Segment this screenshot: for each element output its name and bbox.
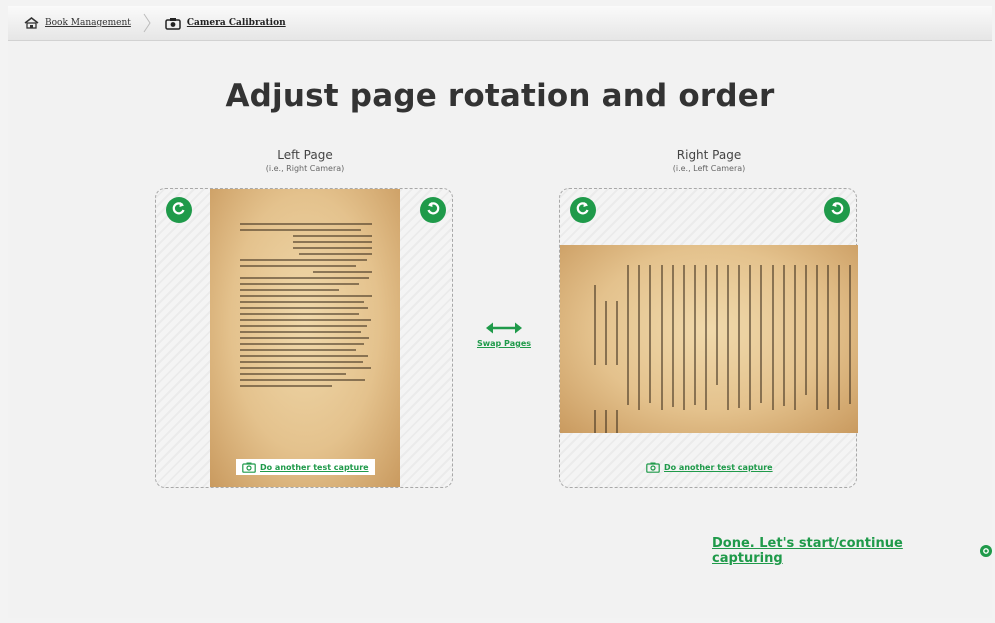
app-frame: Book Management Camera Calibration Adjus…: [8, 6, 992, 618]
right-page-panel: Do another test capture: [559, 188, 858, 488]
breadcrumb-home-label[interactable]: Book Management: [45, 18, 131, 28]
done-capturing-link[interactable]: Done. Let's start/continue capturing: [712, 536, 992, 566]
left-page-heading: Left Page (i.e., Right Camera): [155, 148, 455, 173]
right-capture-button[interactable]: Do another test capture: [640, 459, 779, 475]
left-rotate-cw-button[interactable]: [420, 197, 446, 223]
right-page-image: [560, 245, 858, 433]
arrow-circle-icon: [980, 545, 992, 557]
breadcrumb: Book Management Camera Calibration: [8, 6, 992, 41]
camera-icon: [242, 462, 256, 473]
right-page-heading: Right Page (i.e., Left Camera): [559, 148, 859, 173]
left-page-image: [210, 189, 400, 487]
right-rotate-cw-button[interactable]: [824, 197, 850, 223]
left-page-label: Left Page: [277, 148, 333, 162]
rotate-left-icon: [575, 200, 591, 220]
left-page-panel: Do another test capture: [155, 188, 453, 488]
swap-arrows-icon: [474, 320, 534, 339]
rotate-right-icon: [829, 200, 845, 220]
left-capture-button[interactable]: Do another test capture: [236, 459, 375, 475]
home-icon: [24, 17, 39, 29]
breadcrumb-current-label: Camera Calibration: [186, 18, 286, 28]
page-title: Adjust page rotation and order: [225, 78, 775, 114]
breadcrumb-current: Camera Calibration: [165, 6, 286, 40]
camera-icon: [646, 462, 660, 473]
left-rotate-ccw-button[interactable]: [166, 197, 192, 223]
right-page-label: Right Page: [676, 148, 742, 162]
camera-icon: [165, 17, 181, 30]
swap-pages-button[interactable]: Swap Pages: [474, 320, 534, 348]
rotate-right-icon: [425, 200, 441, 220]
left-capture-label[interactable]: Do another test capture: [260, 463, 369, 472]
done-capturing-label[interactable]: Done. Let's start/continue capturing: [712, 536, 974, 566]
breadcrumb-home[interactable]: Book Management: [8, 6, 131, 40]
breadcrumb-separator-icon: [143, 11, 155, 35]
left-page-sublabel: (i.e., Right Camera): [265, 164, 345, 173]
swap-pages-label[interactable]: Swap Pages: [474, 339, 534, 348]
right-rotate-ccw-button[interactable]: [570, 197, 596, 223]
right-capture-label[interactable]: Do another test capture: [664, 463, 773, 472]
right-page-sublabel: (i.e., Left Camera): [672, 164, 746, 173]
left-page-text: [240, 223, 372, 391]
rotate-left-icon: [171, 200, 187, 220]
right-page-text: [594, 265, 858, 433]
